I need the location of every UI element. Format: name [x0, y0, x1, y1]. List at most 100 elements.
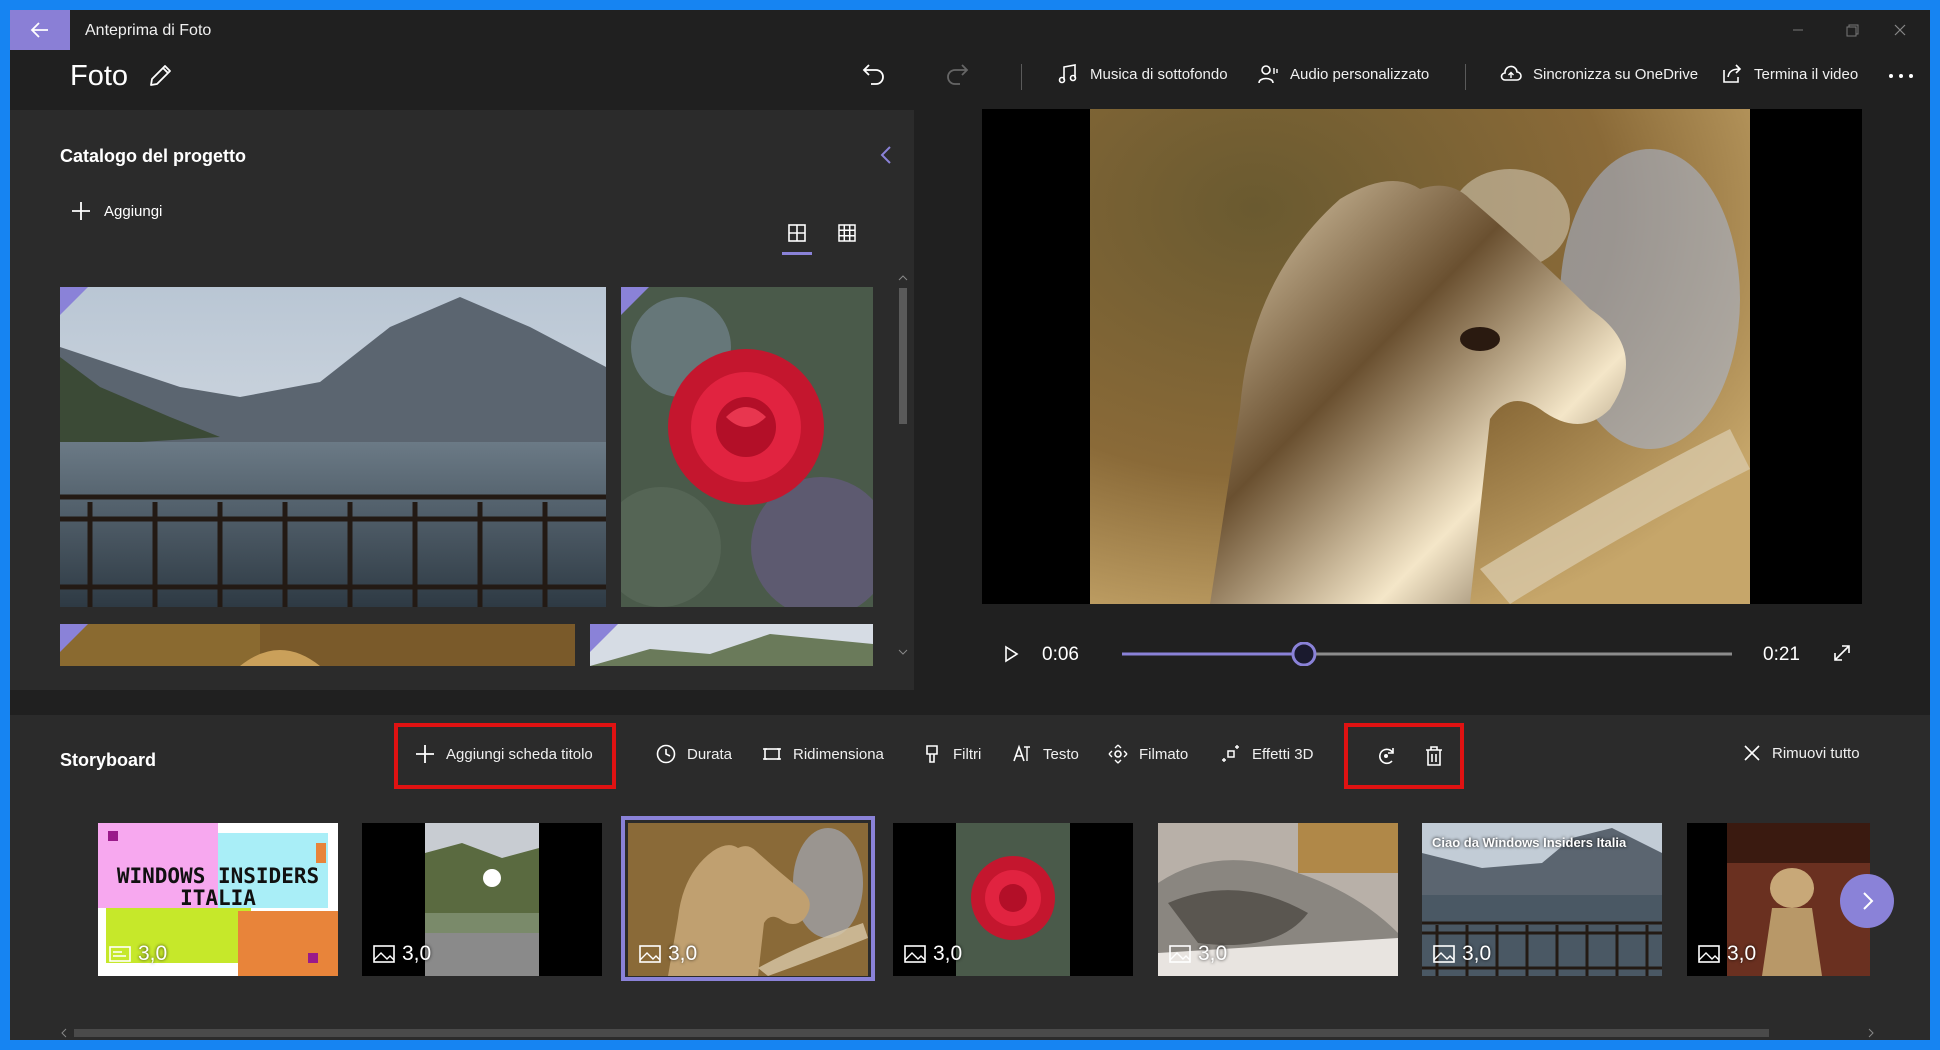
clip-duration: 3,0 [1697, 942, 1756, 966]
grid-large-icon[interactable] [786, 222, 808, 244]
finish-video-button[interactable]: Termina il video [1720, 62, 1858, 86]
resize-icon [761, 743, 783, 765]
clip-duration-value: 3,0 [138, 942, 168, 965]
clip-overlay-text: Ciao da Windows Insiders Italia [1432, 835, 1627, 850]
chevron-right-icon [1855, 889, 1879, 913]
custom-audio-button[interactable]: Audio personalizzato [1256, 62, 1429, 86]
image-icon [1168, 944, 1192, 964]
share-export-icon [1720, 62, 1744, 86]
window-title: Anteprima di Foto [85, 22, 212, 39]
storyboard-title: Storyboard [60, 750, 157, 770]
duration-label: Durata [687, 745, 733, 763]
music-button[interactable]: Musica di sottofondo [1056, 62, 1228, 86]
toolbar-separator [1465, 64, 1466, 90]
clip-duration: 3,0 [372, 942, 431, 966]
motion-label: Filmato [1139, 745, 1189, 763]
filters-button[interactable]: Filtri [921, 743, 981, 765]
clip-duration: 3,0 [1168, 942, 1227, 966]
close-icon [1742, 743, 1762, 763]
text-icon [1011, 743, 1033, 765]
ellipsis-icon[interactable] [1886, 66, 1916, 86]
title-card-text: WINDOWS INSIDERS ITALIA [116, 864, 320, 910]
storyboard-clip[interactable]: 3,0 [893, 823, 1133, 976]
text-button[interactable]: Testo [1011, 743, 1079, 765]
storyboard-clip[interactable]: Ciao da Windows Insiders Italia 3,0 [1422, 823, 1662, 976]
undo-icon[interactable] [860, 61, 888, 89]
expand-icon[interactable] [1831, 642, 1853, 664]
catalog-item-lake[interactable] [60, 287, 606, 607]
preview-image [1090, 109, 1750, 604]
project-catalog-panel: Catalogo del progetto Aggiungi [10, 110, 914, 690]
remove-all-label: Rimuovi tutto [1772, 744, 1860, 762]
highlight-box-rotate-delete [1344, 723, 1464, 789]
selection-corner [621, 287, 649, 315]
rotate-icon[interactable] [1374, 744, 1398, 768]
storyboard-clip[interactable]: WINDOWS INSIDERS ITALIA 3,0 [98, 823, 338, 976]
storyboard-next-button[interactable] [1840, 874, 1894, 928]
clip-duration: 3,0 [1432, 942, 1491, 966]
storyboard-clip[interactable]: 3,0 [362, 823, 602, 976]
add-media-button[interactable] [70, 200, 102, 222]
cloud-upload-icon [1499, 62, 1523, 86]
plus-icon [414, 743, 436, 765]
trash-icon[interactable] [1422, 744, 1446, 768]
image-icon [903, 944, 927, 964]
selection-corner [60, 624, 88, 652]
custom-audio-label: Audio personalizzato [1290, 65, 1430, 83]
catalog-item-horse[interactable] [60, 624, 575, 666]
add-title-card-label: Aggiungi scheda titolo [446, 745, 593, 763]
redo-icon[interactable] [943, 61, 971, 89]
selection-corner [590, 624, 618, 652]
image-icon [638, 944, 662, 964]
catalog-item-rose[interactable] [621, 287, 873, 607]
pencil-icon[interactable] [146, 62, 174, 90]
catalog-scrollbar[interactable] [896, 274, 910, 656]
remove-all-button[interactable]: Rimuovi tutto [1742, 743, 1860, 763]
add-title-card-button[interactable]: Aggiungi scheda titolo [414, 743, 593, 765]
app-title: Foto [70, 60, 129, 92]
arrow-left-icon [10, 10, 70, 50]
image-icon [372, 944, 396, 964]
back-button[interactable] [10, 10, 70, 50]
clip-duration-value: 3,0 [1727, 942, 1757, 965]
resize-label: Ridimensiona [793, 745, 884, 763]
view-selected-indicator [782, 252, 812, 255]
image-icon [1697, 944, 1721, 964]
video-preview[interactable] [982, 109, 1862, 604]
clip-duration-value: 3,0 [402, 942, 432, 965]
motion-icon [1107, 743, 1129, 765]
music-label: Musica di sottofondo [1090, 65, 1228, 83]
toolbar-separator [1021, 64, 1022, 90]
duration-button[interactable]: Durata [655, 743, 732, 765]
motion-button[interactable]: Filmato [1107, 743, 1188, 765]
play-icon[interactable] [1000, 643, 1022, 665]
close-button[interactable] [1870, 10, 1930, 50]
onedrive-sync-label: Sincronizza su OneDrive [1533, 65, 1699, 83]
clip-duration: 3,0 [903, 942, 962, 966]
clip-duration-value: 3,0 [1462, 942, 1492, 965]
catalog-item-landscape[interactable] [590, 624, 873, 666]
clip-duration-value: 3,0 [668, 942, 698, 965]
storyboard-scrollbar[interactable] [60, 1027, 1875, 1039]
person-audio-icon [1256, 62, 1280, 86]
total-time: 0:21 [1763, 644, 1800, 665]
effects-3d-button[interactable]: Effetti 3D [1220, 743, 1313, 765]
clock-icon [655, 743, 677, 765]
sparkle-3d-icon [1220, 743, 1242, 765]
chevron-left-icon[interactable] [876, 144, 898, 166]
clip-duration: 3,0 [108, 942, 167, 966]
storyboard-clip-selected[interactable]: 3,0 [628, 823, 868, 976]
add-label: Aggiungi [104, 203, 163, 220]
clip-duration-value: 3,0 [933, 942, 963, 965]
current-time: 0:06 [1042, 644, 1079, 665]
finish-video-label: Termina il video [1754, 65, 1859, 83]
grid-small-icon[interactable] [836, 222, 858, 244]
text-label: Testo [1043, 745, 1079, 763]
seek-bar[interactable] [1122, 642, 1732, 666]
resize-button[interactable]: Ridimensiona [761, 743, 884, 765]
storyboard-clip[interactable]: 3,0 [1158, 823, 1398, 976]
filters-label: Filtri [953, 745, 982, 763]
onedrive-sync-button[interactable]: Sincronizza su OneDrive [1499, 62, 1698, 86]
effects-3d-label: Effetti 3D [1252, 745, 1314, 763]
minimize-button[interactable] [1768, 10, 1828, 50]
